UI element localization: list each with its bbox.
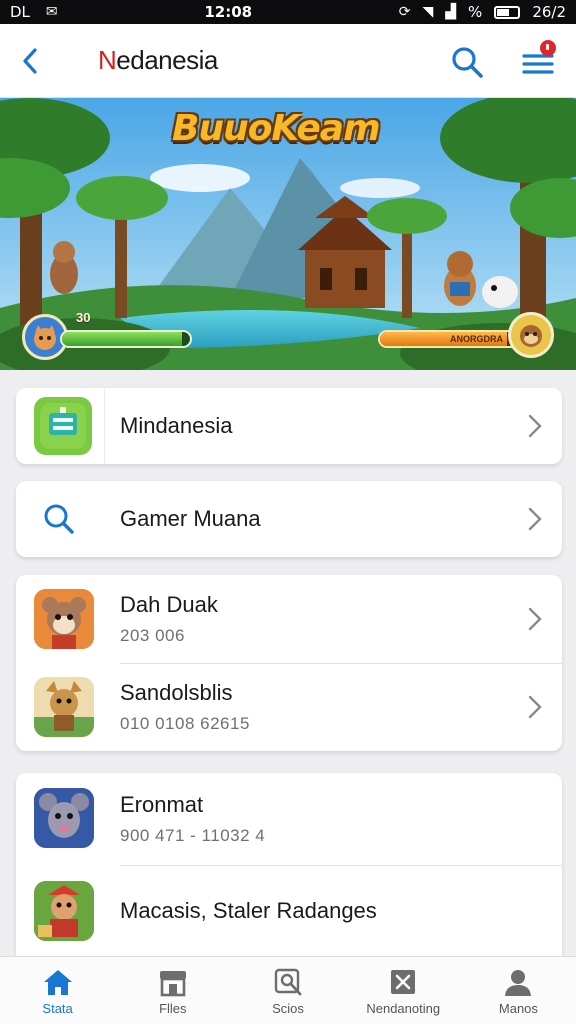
chevron-right-icon — [526, 413, 544, 439]
status-left-label: DL — [10, 3, 30, 21]
cartoon-fox-icon — [34, 677, 94, 737]
menu-card-mindanesia[interactable]: Mindanesia — [16, 388, 562, 464]
nav-item-home[interactable]: Stata — [0, 957, 115, 1024]
menu-card-gamer-muana[interactable]: Gamer Muana — [16, 481, 562, 557]
search-button[interactable] — [447, 42, 487, 82]
battery-level: 26/2 — [532, 3, 566, 21]
games-list-card-2: Eronmat 900 471 - 11032 4 Macasis, Stale… — [16, 773, 562, 973]
search-icon — [42, 502, 76, 541]
cartoon-rat-icon — [34, 788, 94, 848]
list-item[interactable]: Mindanesia — [16, 388, 562, 464]
icon-divider — [104, 388, 105, 464]
signal-icon: ▟ — [445, 4, 457, 20]
sync-icon: ⟳ — [398, 4, 411, 20]
battery-percent-sign: % — [468, 3, 483, 21]
nav-item-nendanoting[interactable]: Nendanoting — [346, 957, 461, 1024]
game-title: Eronmat — [120, 792, 204, 817]
cartoon-mouse-icon — [34, 589, 94, 649]
chevron-left-icon — [23, 48, 37, 74]
game-subtitle: 203 006 — [120, 626, 185, 645]
game-row[interactable]: Dah Duak 203 006 — [16, 575, 562, 663]
game-title: Macasis, Staler Radanges — [120, 898, 377, 923]
nav-label: Flles — [159, 1001, 187, 1016]
nav-label: Scios — [272, 1001, 304, 1016]
game-row[interactable]: Macasis, Staler Radanges — [16, 865, 562, 957]
monkey-face-icon — [520, 325, 542, 347]
search-tag-icon — [274, 968, 302, 996]
game-logo: BuuoKeam — [172, 108, 381, 149]
battery-icon — [494, 5, 521, 19]
nav-label: Nendanoting — [366, 1001, 441, 1016]
enemy-avatar — [508, 312, 554, 358]
menu-item-label: Mindanesia — [120, 413, 233, 438]
chevron-right-icon — [526, 606, 544, 632]
wifi-icon: ◥ — [422, 4, 434, 20]
games-list-card: Dah Duak 203 006 Sandolsblis 010 0108 62… — [16, 575, 562, 751]
chevron-right-icon — [526, 694, 544, 720]
game-row[interactable]: Eronmat 900 471 - 11032 4 — [16, 773, 562, 865]
status-time: 12:08 — [204, 3, 253, 21]
chevron-right-icon — [526, 506, 544, 532]
page-title: Nedanesia — [98, 45, 218, 76]
nav-label: Stata — [42, 1001, 73, 1016]
menu-button[interactable] — [516, 40, 560, 82]
notification-badge — [540, 40, 556, 56]
game-title: Dah Duak — [120, 592, 218, 617]
list-item[interactable]: Gamer Muana — [16, 481, 562, 557]
green-app-icon — [34, 397, 92, 455]
nav-label: Manos — [498, 1001, 538, 1016]
nav-item-files[interactable]: Flles — [115, 957, 230, 1024]
menu-item-label: Gamer Muana — [120, 506, 261, 531]
cartoon-warrior-icon — [34, 881, 94, 941]
nav-item-scios[interactable]: Scios — [230, 957, 345, 1024]
search-icon — [452, 47, 483, 78]
back-button[interactable] — [14, 42, 46, 80]
game-subtitle: 900 471 - 11032 4 — [120, 826, 266, 845]
player-health-bar — [60, 330, 192, 348]
enemy-label: ANORGDRA — [450, 334, 503, 344]
nav-item-profile[interactable]: Manos — [461, 957, 576, 1024]
player-level: 30 — [76, 310, 91, 325]
person-icon — [505, 970, 532, 996]
app-header: Nedanesia — [0, 24, 576, 98]
home-icon — [43, 970, 72, 995]
notification-icon: ✉ — [45, 4, 58, 20]
cross-box-icon — [391, 970, 416, 994]
cat-face-icon — [34, 325, 56, 350]
page-title-rest: edanesia — [116, 45, 218, 75]
game-subtitle: 010 0108 62615 — [120, 714, 250, 733]
page-title-initial: N — [98, 45, 117, 75]
game-banner[interactable]: BuuoKeam 30 ANORGDRA — [0, 98, 576, 370]
game-title: Sandolsblis — [120, 680, 233, 705]
store-icon — [159, 971, 186, 997]
bottom-navigation: Stata Flles Scios Nendanoting Manos — [0, 956, 576, 1024]
status-bar: DL ✉ 12:08 ⟳ ◥ ▟ % 26/2 — [0, 0, 576, 24]
game-row[interactable]: Sandolsblis 010 0108 62615 — [16, 663, 562, 751]
player-health-fill — [62, 332, 183, 346]
